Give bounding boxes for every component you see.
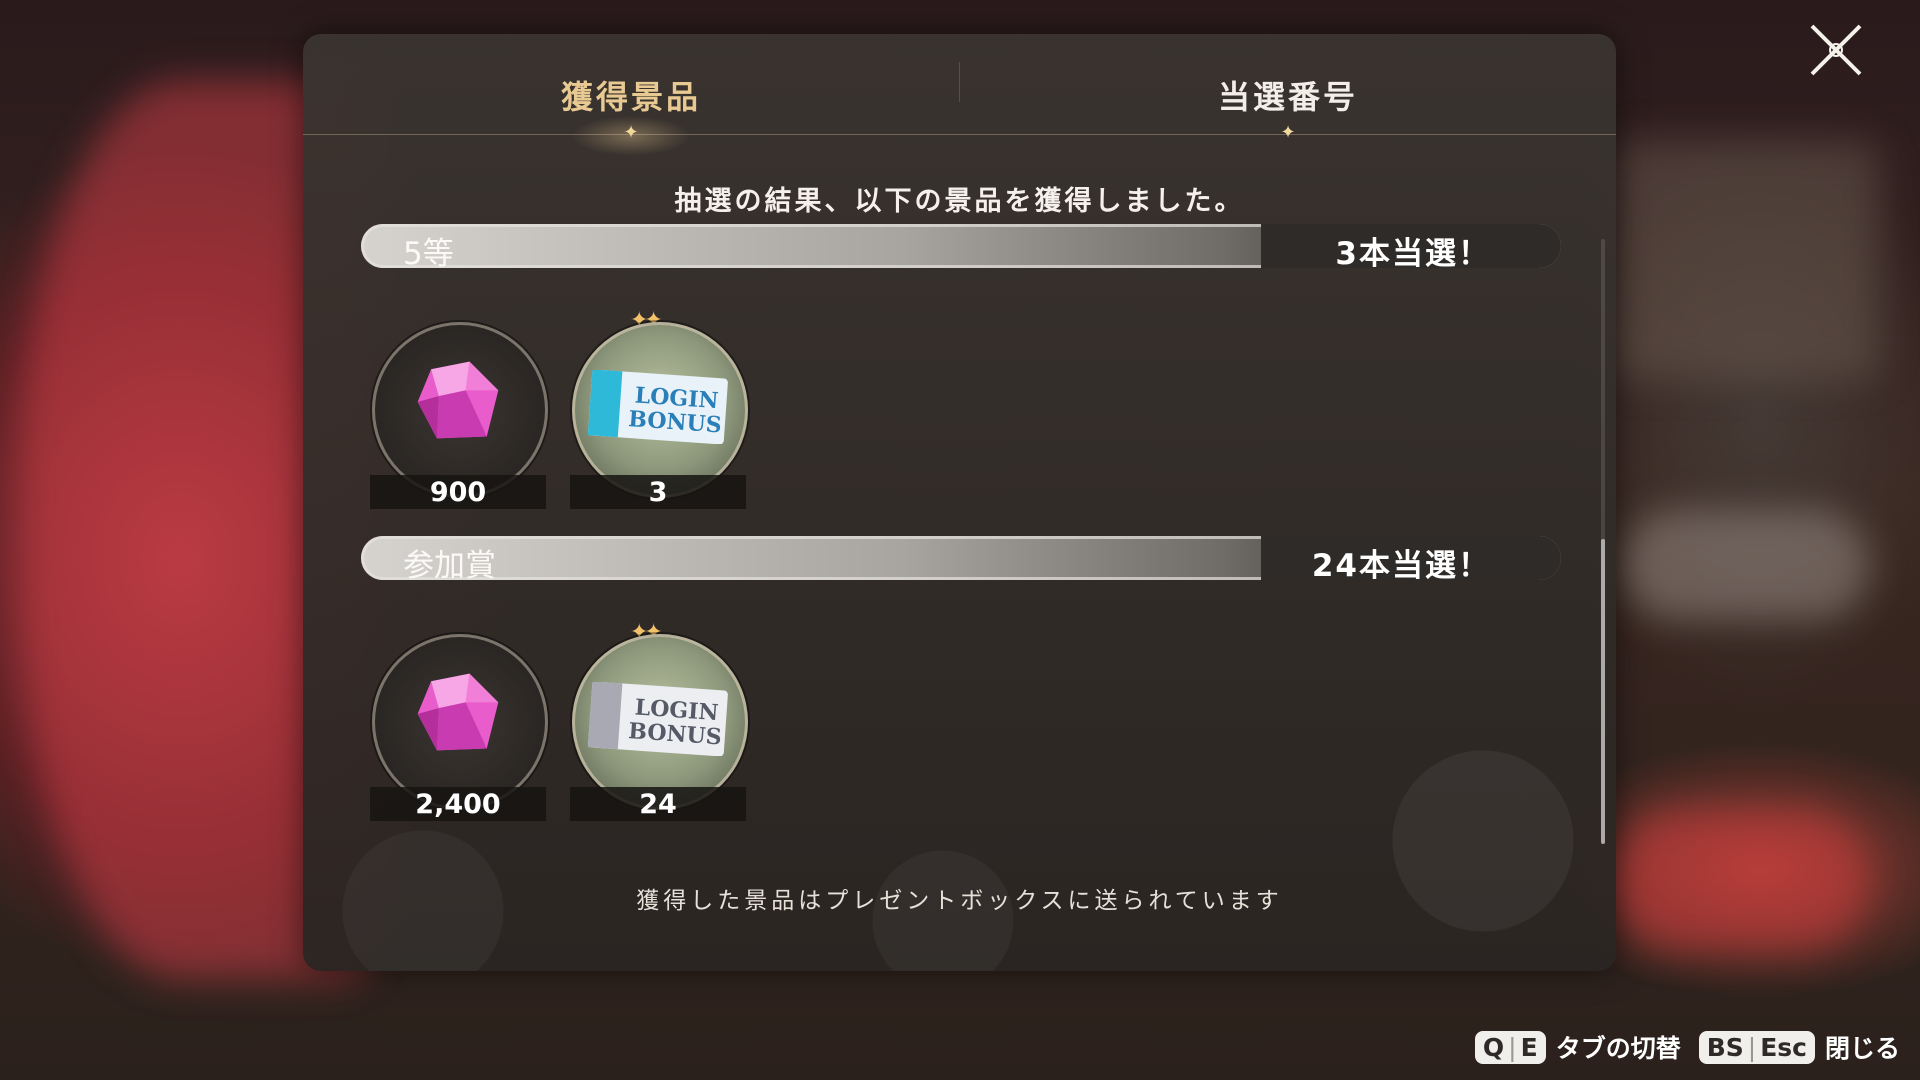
item-amount: 24 xyxy=(639,789,677,820)
rank-header: 5等 3本当選！ xyxy=(361,224,1561,272)
prize-item[interactable]: ✦✦ LOGIN BONUS 24 xyxy=(570,620,748,824)
login-bonus-ticket-silver-icon: LOGIN BONUS xyxy=(588,682,728,756)
key-badge: BS | Esc xyxy=(1698,1030,1815,1064)
gem-icon xyxy=(417,361,499,439)
key-badge: Q | E xyxy=(1474,1030,1546,1064)
background-red-button xyxy=(1610,810,1870,950)
background-button xyxy=(1620,510,1870,620)
close-button[interactable] xyxy=(1806,20,1866,80)
close-icon xyxy=(1810,24,1862,76)
key-esc: Esc xyxy=(1760,1032,1807,1062)
prize-item[interactable]: 2,400 xyxy=(370,634,548,824)
footer-note: 獲得した景品はプレゼントボックスに送られています xyxy=(636,888,1283,914)
scrollbar-thumb[interactable] xyxy=(1601,539,1605,844)
rank-win-count: 24本当選！ xyxy=(1311,548,1491,584)
item-amount: 3 xyxy=(648,477,668,508)
tab-label: 当選番号 xyxy=(1217,78,1358,116)
tab-bar: 獲得景品 ✦ 当選番号 ✦ xyxy=(303,34,1616,156)
tab-label: 獲得景品 xyxy=(560,78,701,116)
star-icon: ✦ xyxy=(1280,122,1296,143)
item-amount: 900 xyxy=(429,477,487,508)
result-dialog: 獲得景品 ✦ 当選番号 ✦ 抽選の結果、以下の景品を獲得しました。 5等 3本当… xyxy=(303,34,1616,971)
tab-prizes[interactable]: 獲得景品 ✦ xyxy=(303,34,959,156)
result-subtitle: 抽選の結果、以下の景品を獲得しました。 xyxy=(674,186,1245,217)
rank-name: 参加賞 xyxy=(403,548,496,584)
tab-winning-numbers[interactable]: 当選番号 ✦ xyxy=(960,34,1616,143)
switch-tab-label: タブの切替 xyxy=(1555,1034,1681,1063)
close-label: 閉じる xyxy=(1824,1034,1900,1063)
background-panel xyxy=(1610,140,1880,380)
rank-name: 5等 xyxy=(403,236,454,272)
key-bs: BS xyxy=(1706,1032,1744,1062)
key-q: Q xyxy=(1482,1032,1505,1062)
key-separator: | xyxy=(1508,1032,1517,1062)
item-amount: 2,400 xyxy=(415,789,501,820)
star-icon: ✦ xyxy=(623,122,639,143)
prize-item[interactable]: 900 xyxy=(370,322,548,512)
login-bonus-ticket-blue-icon: LOGIN BONUS xyxy=(588,370,728,444)
control-hints: Q | E タブの切替 BS | Esc 閉じる xyxy=(1474,1027,1900,1067)
gem-icon xyxy=(417,673,499,751)
prize-item[interactable]: ✦✦ LOGIN BONUS 3 xyxy=(570,308,748,512)
switch-tab-hint[interactable]: Q | E タブの切替 xyxy=(1474,1029,1681,1065)
rank-header: 参加賞 24本当選！ xyxy=(361,536,1561,584)
rank-win-count: 3本当選！ xyxy=(1335,236,1491,272)
key-e: E xyxy=(1520,1032,1538,1062)
key-separator: | xyxy=(1747,1032,1757,1062)
close-hint[interactable]: BS | Esc 閉じる xyxy=(1698,1029,1900,1065)
